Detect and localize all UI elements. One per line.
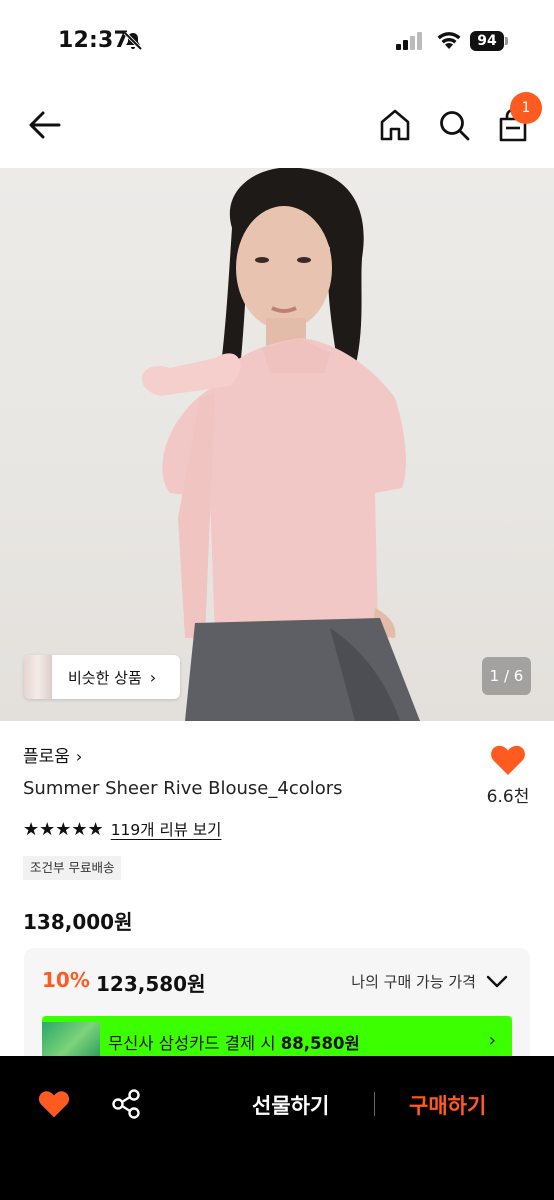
signal-icon [396, 32, 422, 50]
cart-count-badge[interactable]: 1 [510, 92, 542, 124]
similar-products-label: 비슷한 상품 [68, 668, 142, 687]
card-promo-text: 무신사 삼성카드 결제 시 88,580원 [108, 1034, 360, 1053]
my-price-toggle[interactable]: 나의 구매 가능 가격 [351, 971, 508, 992]
rating-stars: ★★★★★ [23, 818, 104, 840]
chevron-right-icon: › [149, 667, 157, 687]
back-arrow-icon[interactable] [26, 108, 64, 142]
top-nav-bar [0, 84, 554, 168]
similar-products-button[interactable]: 비슷한 상품 › [24, 655, 180, 699]
status-bar: 12:37 94 [0, 0, 554, 84]
bottom-action-bar: 선물하기 구매하기 [0, 1056, 554, 1200]
product-image-carousel[interactable]: 비슷한 상품 › 1 / 6 [0, 168, 554, 721]
product-photo [141, 168, 420, 721]
brand-link[interactable]: 플로움 › [23, 742, 82, 767]
similar-products-thumbnail [24, 655, 52, 699]
buy-button[interactable]: 구매하기 [409, 1090, 486, 1120]
card-promo-price: 88,580원 [280, 1034, 360, 1053]
sale-price: 123,580원 [96, 972, 206, 996]
battery-tip [505, 37, 508, 45]
home-icon[interactable] [378, 108, 412, 142]
chevron-right-icon: › [488, 1030, 496, 1051]
chevron-right-icon: › [75, 747, 83, 766]
gift-button[interactable]: 선물하기 [252, 1090, 329, 1120]
heart-icon[interactable] [38, 1089, 70, 1119]
product-name: Summer Sheer Rive Blouse_4colors [23, 778, 343, 799]
rating-row: ★★★★★ 119개 리뷰 보기 [23, 818, 221, 840]
review-link[interactable]: 119개 리뷰 보기 [111, 818, 222, 840]
discount-rate: 10% [42, 968, 90, 992]
share-icon[interactable] [110, 1088, 142, 1120]
my-price-label: 나의 구매 가능 가격 [351, 973, 476, 991]
shipping-tag: 조건부 무료배송 [23, 856, 122, 880]
battery-level: 94 [470, 31, 504, 51]
wifi-icon [437, 32, 461, 49]
heart-icon[interactable] [490, 744, 526, 776]
price-box: 10% 123,580원 나의 구매 가능 가격 무신사 삼성카드 결제 시 8… [24, 948, 530, 1068]
search-icon[interactable] [437, 108, 471, 142]
like-count: 6.6천 [486, 787, 530, 807]
original-price: 138,000원 [23, 910, 133, 934]
chevron-down-icon [486, 975, 508, 987]
bell-slash-icon [123, 31, 143, 51]
divider [374, 1092, 375, 1116]
like-section: 6.6천 [484, 744, 532, 807]
status-time: 12:37 [58, 28, 130, 53]
brand-name: 플로움 [23, 747, 70, 767]
image-page-indicator: 1 / 6 [482, 657, 531, 695]
